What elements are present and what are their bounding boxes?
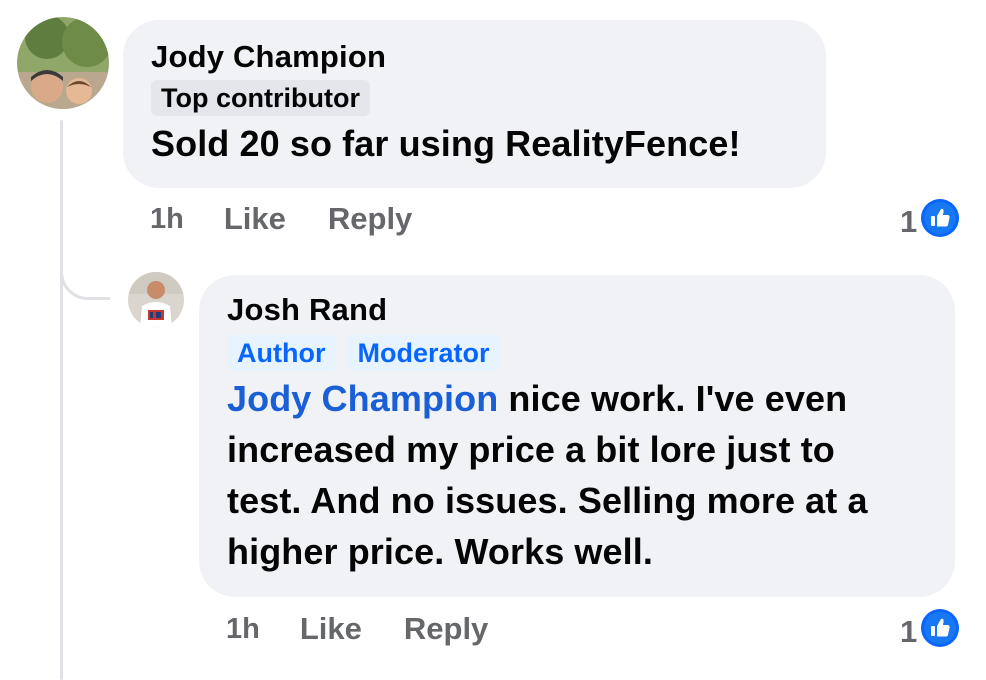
like-button[interactable]: Like bbox=[224, 201, 286, 237]
comment-text-line: test. And no issues. Selling more at a bbox=[227, 480, 868, 521]
thread-line bbox=[60, 120, 63, 680]
reply-button[interactable]: Reply bbox=[328, 201, 412, 237]
comment-timestamp[interactable]: 1h bbox=[226, 613, 260, 646]
avatar[interactable] bbox=[17, 17, 109, 109]
comment-timestamp[interactable]: 1h bbox=[150, 203, 184, 236]
thumbs-up-icon bbox=[921, 609, 960, 655]
avatar[interactable] bbox=[128, 272, 184, 328]
badge-author[interactable]: Author bbox=[227, 335, 336, 371]
comment-author[interactable]: Jody Champion bbox=[151, 39, 826, 75]
like-button[interactable]: Like bbox=[300, 611, 362, 647]
thread-connector bbox=[60, 250, 110, 300]
mention-link[interactable]: Jody Champion bbox=[227, 378, 498, 419]
comment-actions: 1h Like Reply bbox=[226, 611, 530, 647]
comment-bubble: Jody Champion Top contributor Sold 20 so… bbox=[123, 20, 826, 188]
comment-text-line: nice work. I've even bbox=[498, 378, 848, 419]
reaction-summary[interactable]: 1 bbox=[900, 609, 960, 655]
reaction-count: 1 bbox=[900, 614, 918, 649]
reaction-summary[interactable]: 1 bbox=[900, 199, 960, 245]
thumbs-up-icon bbox=[921, 199, 960, 245]
comment-author[interactable]: Josh Rand bbox=[227, 292, 955, 328]
comment-text-line: higher price. Works well. bbox=[227, 531, 653, 572]
reply-button[interactable]: Reply bbox=[404, 611, 488, 647]
reaction-count: 1 bbox=[900, 204, 918, 239]
badge-top-contributor[interactable]: Top contributor bbox=[151, 80, 370, 116]
comment-actions: 1h Like Reply bbox=[150, 201, 454, 237]
comment-text: Jody Champion nice work. I've even incre… bbox=[227, 373, 955, 577]
comment-text: Sold 20 so far using RealityFence! bbox=[151, 123, 741, 164]
comment-text-line: increased my price a bit lore just to bbox=[227, 429, 835, 470]
reply-bubble: Josh Rand Author Moderator Jody Champion… bbox=[199, 275, 955, 597]
badge-moderator[interactable]: Moderator bbox=[347, 335, 500, 371]
